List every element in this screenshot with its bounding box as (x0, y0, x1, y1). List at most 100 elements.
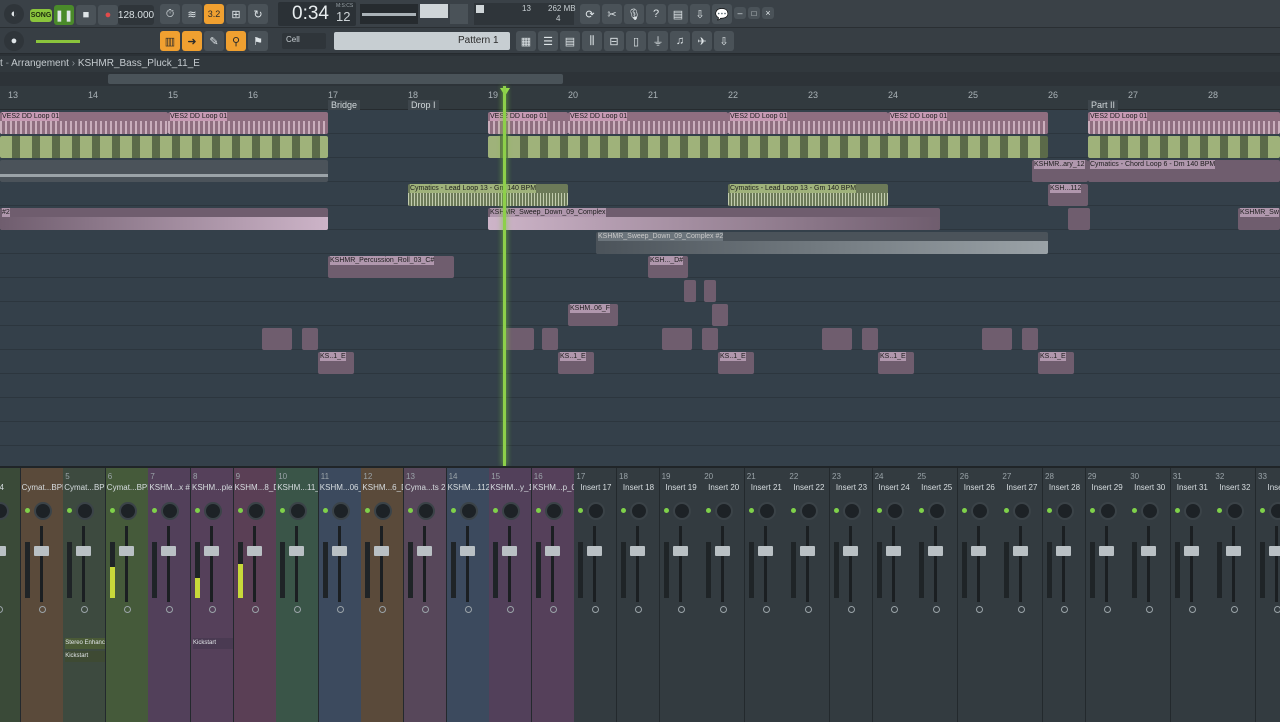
mixer-strip[interactable]: 26 Insert 26 (957, 468, 1001, 722)
mixer-strip[interactable]: 5Cymat...BPM Stereo Enhancer Kickstart (63, 468, 107, 722)
fl-logo-icon[interactable]: ◐ (4, 4, 24, 24)
strip-name[interactable]: KSHM...p_03 (533, 482, 574, 494)
audio-clip[interactable] (704, 280, 716, 302)
strip-enable-led[interactable] (280, 508, 286, 513)
strip-enable-led[interactable] (450, 508, 456, 513)
pan-knob[interactable] (118, 502, 137, 520)
master-knob[interactable]: ● (4, 31, 24, 51)
route-button[interactable] (38, 606, 46, 613)
mixer-strip[interactable]: 31 Insert 31 (1170, 468, 1214, 722)
audio-clip[interactable] (712, 304, 728, 326)
strip-enable-led[interactable] (152, 508, 158, 513)
mixer-strip[interactable]: 27 Insert 27 (1000, 468, 1044, 722)
audio-clip[interactable]: KSH...112 (1048, 184, 1088, 206)
render-icon[interactable]: ⇩ (690, 4, 710, 24)
strip-name[interactable]: KSHM...8_D# (235, 482, 276, 494)
strip-name[interactable]: Insert 29 (1087, 482, 1128, 494)
route-button[interactable] (1018, 606, 1026, 613)
refresh-icon[interactable]: ⟳ (580, 4, 600, 24)
mixer-strip[interactable]: 21 Insert 21 (744, 468, 788, 722)
close-icon[interactable]: × (762, 7, 774, 19)
route-button[interactable] (422, 606, 429, 613)
pan-knob[interactable] (1183, 502, 1202, 520)
audio-clip[interactable]: Cymatics - Lead Loop 13 - Gm 140 BPM (728, 184, 888, 206)
route-button[interactable] (635, 606, 642, 613)
pan-knob[interactable] (715, 502, 734, 520)
strip-name[interactable]: KSHM...y_12 (490, 482, 531, 494)
audio-clip[interactable]: KS..1_E (718, 352, 754, 374)
pan-knob[interactable] (289, 502, 308, 520)
strip-enable-led[interactable] (1132, 508, 1138, 513)
volume-fader[interactable] (289, 546, 305, 556)
playlist-area[interactable]: VES2 DD Loop 01 VES2 DD Loop 01 VES2 DD … (0, 110, 1280, 466)
strip-name[interactable]: Cymat...BPM (64, 482, 105, 494)
breadcrumb-item-0[interactable]: t (0, 58, 3, 69)
cut-icon[interactable]: ✂ (602, 4, 622, 24)
strip-name[interactable]: Insert 20 (703, 482, 744, 494)
volume-fader[interactable] (1098, 546, 1114, 556)
route-button[interactable] (975, 606, 983, 613)
pan-knob[interactable] (1013, 502, 1032, 520)
mixer-icon[interactable]: ⫼ (582, 31, 602, 51)
volume-fader[interactable] (33, 546, 49, 556)
paint-icon[interactable]: ⚲ (226, 31, 246, 51)
audio-clip[interactable]: KS..1_E (1038, 352, 1074, 374)
record-button[interactable]: ● (98, 5, 118, 25)
volume-fader[interactable] (76, 546, 92, 556)
volume-fader[interactable] (1056, 546, 1071, 556)
chat-icon[interactable]: 💬 (712, 4, 732, 24)
strip-name[interactable]: Insert 32 (1214, 482, 1255, 494)
strip-enable-led[interactable] (706, 508, 712, 513)
mixer-strip[interactable]: 11KSHM...06_F (318, 468, 362, 722)
strip-enable-led[interactable] (493, 508, 499, 513)
strip-name[interactable]: Insert 24 (874, 482, 915, 494)
help-icon[interactable]: ? (646, 4, 666, 24)
volume-fader[interactable] (544, 546, 560, 556)
mixer-strip[interactable]: 33Insert (1256, 468, 1280, 722)
breadcrumb-item-current[interactable]: KSHMR_Bass_Pluck_11_E (78, 58, 200, 69)
marker-drop[interactable]: Drop I (408, 100, 439, 110)
audio-clip[interactable] (1022, 328, 1038, 350)
audio-clip[interactable]: VES2 DD Loop 01 (488, 112, 568, 134)
plugin-picker-icon[interactable]: ▯ (626, 31, 646, 51)
mixer-strip[interactable]: 8 KSHM...plex Kickstart (191, 468, 234, 722)
audio-clip[interactable]: KS..1_E (878, 352, 914, 374)
project-icon[interactable]: ✈ (692, 31, 712, 51)
mixer-strip[interactable]: 22 Insert 22 (787, 468, 831, 722)
pan-knob[interactable] (843, 502, 861, 520)
audio-clip[interactable]: Cymatics - Lead Loop 13 - Gm 140 BPM (408, 184, 568, 206)
audio-clip[interactable] (0, 160, 328, 182)
strip-name[interactable]: Insert 30 (1129, 482, 1170, 494)
pan-knob[interactable] (0, 502, 9, 520)
volume-fader[interactable] (757, 546, 773, 556)
strip-name[interactable]: 04 (0, 482, 20, 494)
volume-fader[interactable] (843, 546, 858, 556)
volume-fader[interactable] (1013, 546, 1029, 556)
pan-knob[interactable] (587, 502, 606, 520)
touch-keyboard-icon[interactable]: ♫ (670, 31, 690, 51)
pan-knob[interactable] (885, 502, 904, 520)
horizontal-scrollbar[interactable] (0, 72, 1280, 86)
strip-name[interactable]: Cymat...BPM (107, 482, 148, 494)
mixer-strip[interactable]: 10KSHM...11_E (276, 468, 320, 722)
audio-clip[interactable]: KSHM..06_F (568, 304, 618, 326)
microphone-icon[interactable]: 🎙 (624, 4, 644, 24)
marker-part-ii[interactable]: Part II (1088, 100, 1119, 110)
volume-fader[interactable] (1141, 546, 1157, 556)
mixer-strip[interactable]: 16KSHM...p_03 (531, 468, 575, 722)
wait-icon[interactable]: ≋ (182, 4, 202, 24)
route-button[interactable] (0, 606, 3, 613)
strip-enable-led[interactable] (24, 508, 30, 513)
audio-clip[interactable]: KS..1_E (558, 352, 594, 374)
volume-fader[interactable] (885, 546, 901, 556)
volume-fader[interactable] (417, 546, 432, 556)
mixer-strip[interactable]: 29 Insert 29 (1085, 468, 1129, 722)
mixer-strip[interactable]: 20 Insert 20 (702, 468, 746, 722)
volume-fader[interactable] (502, 546, 518, 556)
volume-fader[interactable] (459, 546, 475, 556)
audio-clip[interactable]: VES2 DD Loop 01 (1088, 112, 1280, 134)
marker-bridge[interactable]: Bridge (328, 100, 361, 110)
pattern-clip[interactable] (1088, 136, 1280, 158)
route-button[interactable] (379, 606, 387, 613)
route-button[interactable] (592, 606, 600, 613)
